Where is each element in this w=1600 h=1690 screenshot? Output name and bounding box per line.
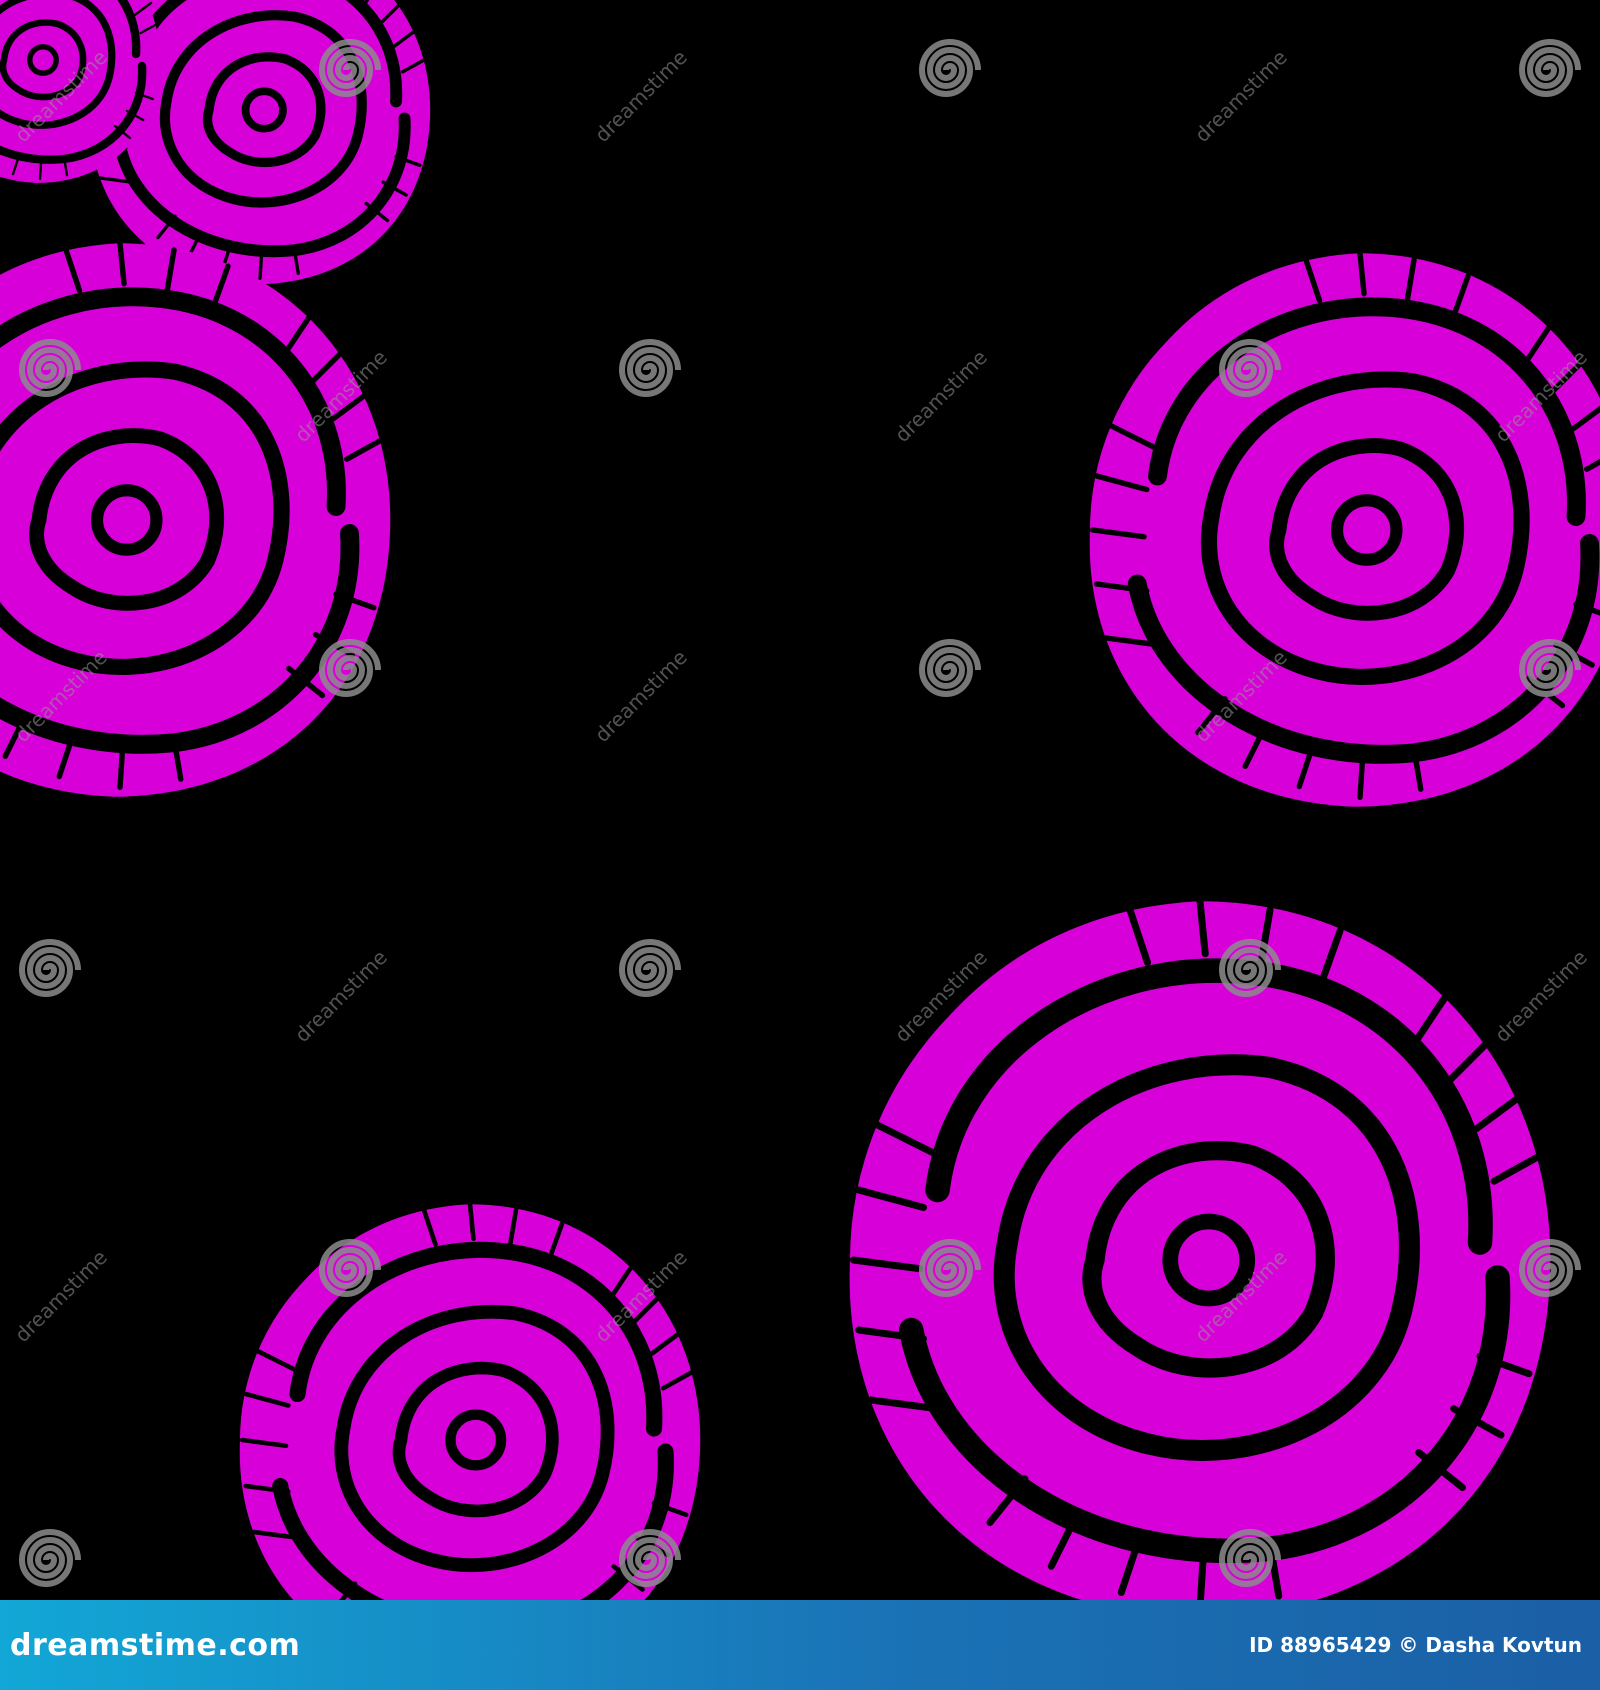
- rose-artwork: [0, 0, 1600, 1600]
- site-name[interactable]: dreamstime.com: [10, 1628, 300, 1663]
- stock-image-page: dreamstime dreamstime dreamstime dreamst…: [0, 0, 1600, 1690]
- dreamstime-logo[interactable]: dreamstime.com: [10, 1628, 300, 1663]
- stock-footer-bar: dreamstime.com ID 88965429 © Dasha Kovtu…: [0, 1600, 1600, 1690]
- image-credit: ID 88965429 © Dasha Kovtun: [1249, 1633, 1582, 1657]
